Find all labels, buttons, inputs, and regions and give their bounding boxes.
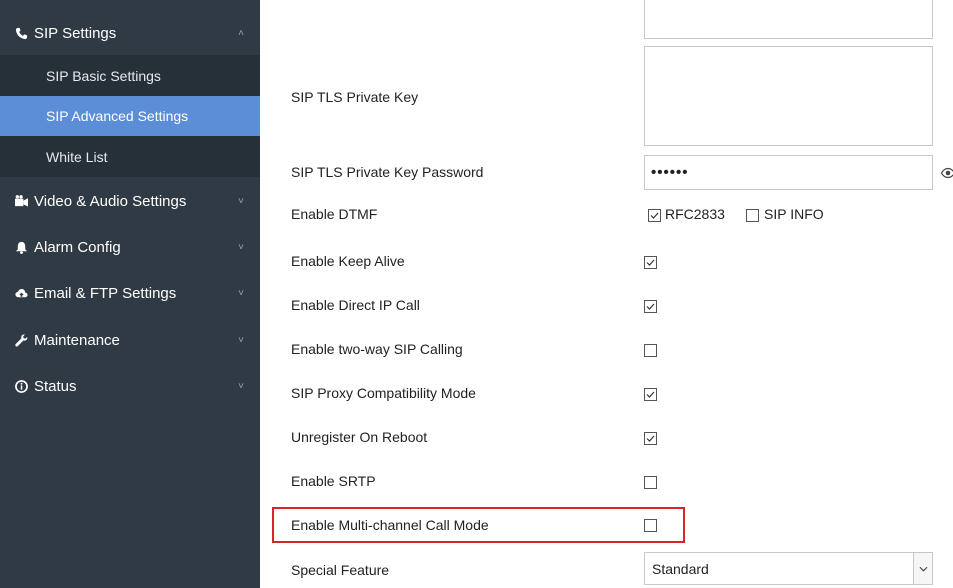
tls-key-password-label: SIP TLS Private Key Password (291, 164, 484, 180)
keep-alive-checkbox[interactable] (644, 256, 657, 269)
nav-video-audio-label: Video & Audio Settings (34, 192, 187, 210)
chevron-down-icon (913, 553, 932, 584)
srtp-label: Enable SRTP (291, 473, 376, 489)
nav-alarm-config[interactable]: Alarm Config ˅ (0, 224, 260, 270)
chevron-down-icon: ˅ (238, 287, 244, 299)
sidebar-item-sip-basic-settings[interactable]: SIP Basic Settings (0, 56, 260, 96)
two-way-sip-checkbox[interactable] (644, 344, 657, 357)
dtmf-label: Enable DTMF (291, 206, 378, 222)
info-icon (14, 379, 28, 393)
tls-private-key-textarea[interactable] (644, 46, 933, 146)
direct-ip-call-checkbox[interactable] (644, 300, 657, 313)
chevron-down-icon: ˅ (238, 241, 244, 253)
video-icon (14, 194, 28, 208)
dtmf-sipinfo-label: SIP INFO (764, 206, 824, 222)
nav-email-ftp-label: Email & FTP Settings (34, 284, 177, 302)
chevron-up-icon: ˄ (238, 27, 244, 39)
direct-ip-call-label: Enable Direct IP Call (291, 297, 420, 313)
bell-icon (14, 240, 28, 254)
chevron-down-icon: ˅ (238, 334, 244, 346)
password-value: •••••• (651, 164, 689, 181)
nav-email-ftp-settings[interactable]: Email & FTP Settings ˅ (0, 270, 260, 316)
nav-alarm-config-label: Alarm Config (34, 238, 121, 256)
proxy-compat-checkbox[interactable] (644, 388, 657, 401)
sidebar-item-sip-advanced-settings[interactable]: SIP Advanced Settings (0, 96, 260, 136)
wrench-icon (14, 333, 28, 347)
sidebar-item-label: SIP Basic Settings (46, 68, 161, 84)
nav-maintenance[interactable]: Maintenance ˅ (0, 317, 260, 363)
chevron-down-icon: ˅ (238, 195, 244, 207)
tls-private-key-label: SIP TLS Private Key (291, 89, 419, 105)
proxy-compat-label: SIP Proxy Compatibility Mode (291, 385, 476, 401)
nav-video-audio-settings[interactable]: Video & Audio Settings ˅ (0, 178, 260, 224)
multichannel-label: Enable Multi-channel Call Mode (291, 517, 489, 533)
unregister-on-reboot-label: Unregister On Reboot (291, 429, 428, 445)
dtmf-sipinfo-checkbox[interactable] (746, 209, 759, 222)
two-way-sip-label: Enable two-way SIP Calling (291, 341, 463, 357)
sidebar: SIP Settings ˄ SIP Basic Settings SIP Ad… (0, 0, 260, 588)
sidebar-item-label: White List (46, 149, 108, 165)
phone-icon (14, 26, 28, 40)
nav-sip-settings-label: SIP Settings (34, 24, 117, 42)
nav-status[interactable]: Status ˅ (0, 363, 260, 409)
nav-status-label: Status (34, 377, 77, 395)
sidebar-item-white-list[interactable]: White List (0, 137, 260, 177)
dtmf-rfc2833-checkbox[interactable] (648, 209, 661, 222)
special-feature-select[interactable]: Standard (644, 552, 933, 585)
special-feature-value: Standard (652, 560, 709, 577)
chevron-down-icon: ˅ (238, 380, 244, 392)
unregister-on-reboot-checkbox[interactable] (644, 432, 657, 445)
special-feature-label: Special Feature (291, 562, 390, 578)
multichannel-checkbox[interactable] (644, 519, 657, 532)
keep-alive-label: Enable Keep Alive (291, 253, 405, 269)
tls-certificate-textarea[interactable] (644, 0, 933, 39)
tls-key-password-input[interactable]: •••••• (644, 155, 933, 190)
srtp-checkbox[interactable] (644, 476, 657, 489)
eye-icon[interactable] (940, 166, 953, 182)
nav-maintenance-label: Maintenance (34, 331, 120, 349)
cloud-icon (14, 286, 28, 300)
sidebar-item-label: SIP Advanced Settings (46, 108, 189, 124)
dtmf-rfc2833-label: RFC2833 (665, 206, 725, 222)
nav-sip-settings[interactable]: SIP Settings ˄ (0, 10, 260, 56)
